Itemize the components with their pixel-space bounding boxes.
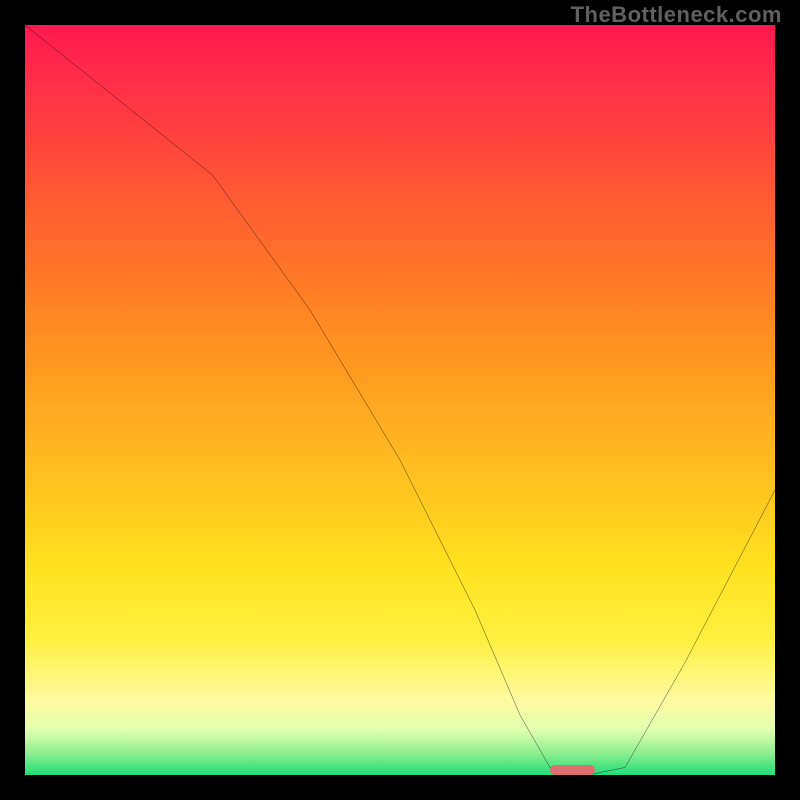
bottleneck-curve xyxy=(25,25,775,775)
app-frame: TheBottleneck.com xyxy=(0,0,800,800)
watermark-text: TheBottleneck.com xyxy=(571,2,782,28)
chart-area xyxy=(25,25,775,775)
optimal-marker xyxy=(550,765,595,775)
curve-path xyxy=(25,25,775,775)
